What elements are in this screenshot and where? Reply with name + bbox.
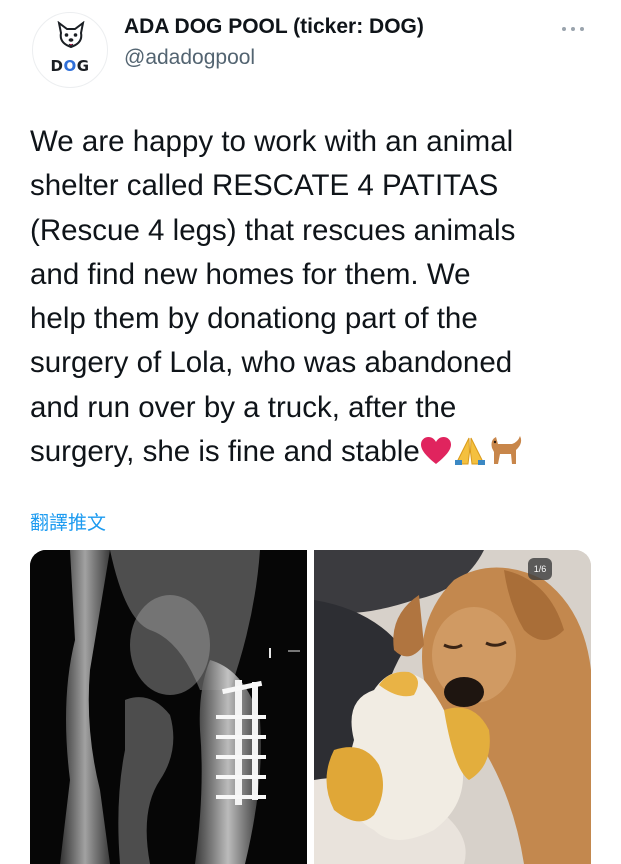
dog-logo-icon (57, 21, 85, 49)
media-gallery (30, 550, 591, 864)
tweet-body: We are happy to work with an animal shel… (30, 125, 516, 469)
display-name[interactable]: ADA DOG POOL (ticker: DOG) (124, 15, 424, 39)
xray-illustration (30, 550, 307, 864)
folded-hands-icon (454, 437, 485, 466)
dog-with-plush-image[interactable] (314, 550, 591, 864)
dog-emoji-icon (491, 436, 521, 465)
media-counter-badge: 1/6 (528, 558, 552, 580)
avatar[interactable]: DOG (32, 12, 108, 88)
user-handle[interactable]: @adadogpool (124, 46, 255, 70)
avatar-logo-text: DOG (50, 57, 90, 75)
xray-image[interactable] (30, 550, 307, 864)
tweet-text: We are happy to work with an animal shel… (30, 120, 605, 474)
red-heart-icon (420, 437, 451, 465)
dog-photo-illustration (314, 550, 591, 864)
more-options-icon[interactable] (562, 24, 588, 34)
tweet-header: DOG ADA DOG POOL (ticker: DOG) @adadogpo… (0, 0, 621, 100)
translate-tweet-link[interactable]: 翻譯推文 (30, 508, 106, 535)
emoji-row (420, 435, 524, 468)
